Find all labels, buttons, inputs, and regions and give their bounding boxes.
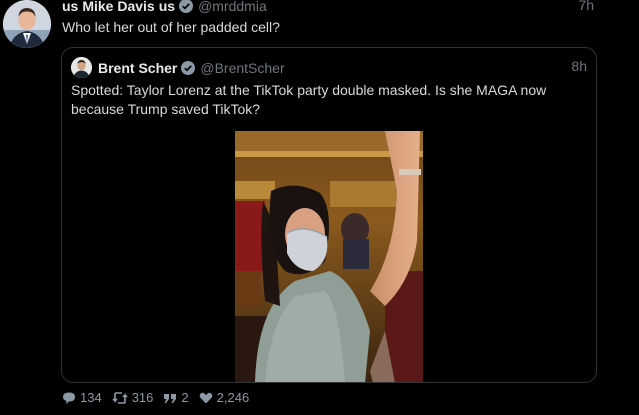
tweet-header: us Mike Davis us @mrddmia (62, 0, 267, 15)
quoted-author-handle[interactable]: @BrentScher (200, 60, 284, 76)
quote-icon (164, 393, 177, 403)
retweet-count: 316 (131, 390, 154, 405)
tweet-time[interactable]: 7h (578, 0, 594, 13)
tweet-actions: 134 316 2 2,246 (62, 390, 259, 405)
quote-tweet-button[interactable]: 2 (163, 390, 189, 405)
tweet-media-image[interactable] (235, 131, 423, 382)
verified-badge-icon (181, 60, 196, 75)
like-button[interactable]: 2,246 (199, 390, 250, 405)
avatar[interactable] (3, 0, 51, 48)
quoted-tweet-header: Brent Scher @BrentScher (71, 57, 285, 78)
reply-icon (63, 392, 75, 404)
author-name[interactable]: Mike Davis (82, 0, 154, 14)
verified-badge-icon (179, 0, 194, 13)
heart-icon (199, 392, 212, 403)
quote-count: 2 (181, 390, 189, 405)
reply-button[interactable]: 134 (62, 390, 102, 405)
retweet-button[interactable]: 316 (112, 390, 154, 405)
like-count: 2,246 (216, 390, 250, 405)
author-flag-suffix: us (158, 0, 176, 14)
retweet-icon (112, 391, 128, 404)
quoted-author-name[interactable]: Brent Scher (98, 60, 177, 76)
reply-count: 134 (80, 390, 102, 405)
quoted-tweet-time[interactable]: 8h (571, 58, 587, 74)
quoted-avatar[interactable] (71, 57, 92, 78)
author-flag-prefix: us (62, 0, 79, 14)
tweet-text: Who let her out of her padded cell? (62, 19, 280, 35)
author-handle[interactable]: @mrddmia (198, 0, 267, 14)
quoted-tweet-text: Spotted: Taylor Lorenz at the TikTok par… (71, 82, 547, 117)
quoted-tweet[interactable]: Brent Scher @BrentScher 8h Spotted: Tayl… (61, 47, 597, 383)
